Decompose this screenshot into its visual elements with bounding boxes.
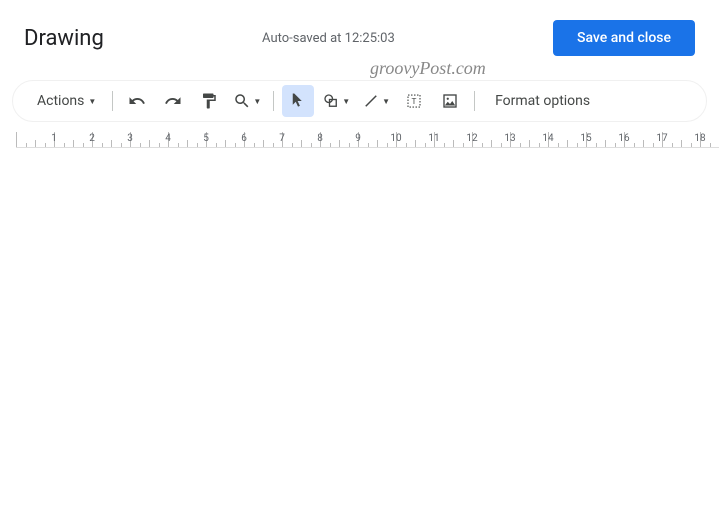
separator <box>474 91 475 111</box>
actions-menu-button[interactable]: Actions▼ <box>29 85 104 117</box>
undo-icon <box>128 92 146 110</box>
redo-icon <box>164 92 182 110</box>
paint-roller-icon <box>200 92 218 110</box>
dialog-title: Drawing <box>24 26 104 51</box>
caret-down-icon: ▼ <box>342 97 350 106</box>
line-tool-button[interactable]: ▼ <box>358 85 394 117</box>
zoom-icon <box>233 92 251 110</box>
caret-down-icon: ▼ <box>382 97 390 106</box>
separator <box>273 91 274 111</box>
watermark-text: groovyPost.com <box>370 58 486 79</box>
cursor-icon <box>289 92 307 110</box>
autosave-status: Auto-saved at 12:25:03 <box>262 31 395 46</box>
svg-text:T: T <box>412 97 417 107</box>
line-icon <box>362 92 380 110</box>
shape-tool-button[interactable]: ▼ <box>318 85 354 117</box>
save-and-close-button[interactable]: Save and close <box>553 20 695 56</box>
image-button[interactable] <box>434 85 466 117</box>
image-icon <box>441 92 459 110</box>
horizontal-ruler: 123456789101112131415161718 <box>16 132 719 148</box>
shape-icon <box>322 92 340 110</box>
text-box-button[interactable]: T <box>398 85 430 117</box>
caret-down-icon: ▼ <box>88 97 96 106</box>
redo-button[interactable] <box>157 85 189 117</box>
select-tool-button[interactable] <box>282 85 314 117</box>
text-box-icon: T <box>405 92 423 110</box>
toolbar: Actions▼ ▼ ▼ ▼ T Format options <box>12 80 707 122</box>
caret-down-icon: ▼ <box>253 97 261 106</box>
paint-format-button[interactable] <box>193 85 225 117</box>
separator <box>112 91 113 111</box>
undo-button[interactable] <box>121 85 153 117</box>
zoom-button[interactable]: ▼ <box>229 85 265 117</box>
format-options-button[interactable]: Format options <box>483 85 602 117</box>
